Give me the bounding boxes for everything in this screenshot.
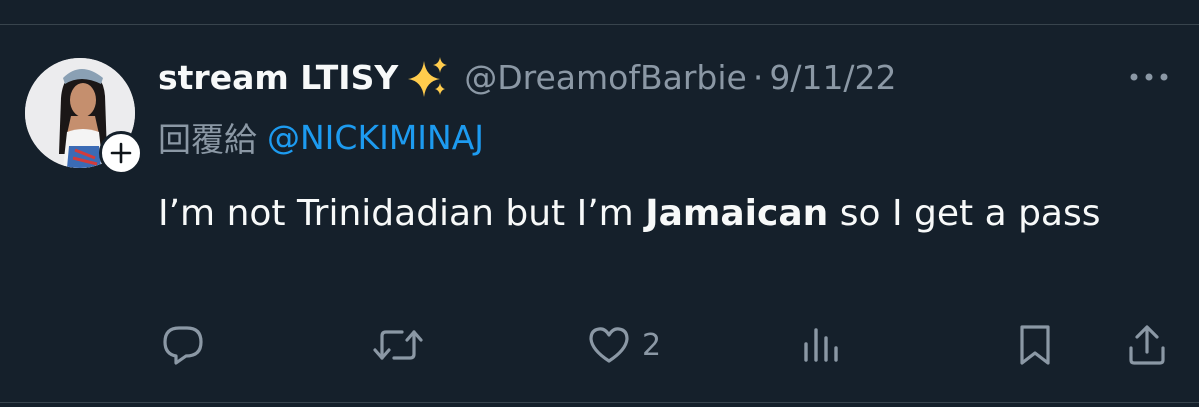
sparkles-icon xyxy=(406,55,450,99)
top-divider xyxy=(0,24,1199,25)
retweet-button[interactable] xyxy=(372,320,424,370)
retweet-icon xyxy=(373,330,423,360)
tweet-text-part2: so I get a pass xyxy=(828,193,1101,234)
reply-prefix: 回覆給 xyxy=(158,120,257,159)
more-icon xyxy=(1130,73,1168,81)
more-options-button[interactable] xyxy=(1126,62,1172,92)
tweet-text-bold: Jamaican xyxy=(645,193,829,234)
reply-to-handle[interactable]: @NICKIMINAJ xyxy=(267,118,484,157)
bookmark-button[interactable] xyxy=(1014,320,1056,370)
bookmark-icon xyxy=(1020,325,1050,365)
like-count: 2 xyxy=(642,327,662,363)
like-icon xyxy=(589,327,629,363)
tweet-text-part1: I’m not Trinidadian but I’m xyxy=(158,193,646,234)
user-handle[interactable]: @DreamofBarbie xyxy=(464,58,747,97)
bottom-divider xyxy=(0,402,1199,403)
tweet-header: stream LTISY @DreamofBarbie · 9/11/22 xyxy=(158,52,897,102)
separator-dot: · xyxy=(752,57,764,97)
tweet-date[interactable]: 9/11/22 xyxy=(769,58,896,97)
display-name[interactable]: stream LTISY xyxy=(158,58,398,97)
share-button[interactable] xyxy=(1124,320,1170,370)
views-button[interactable] xyxy=(800,320,844,370)
share-icon xyxy=(1129,325,1165,365)
like-button[interactable]: 2 xyxy=(586,320,661,370)
reply-icon xyxy=(163,326,203,365)
plus-icon xyxy=(110,142,132,164)
tweet-text: I’m not Trinidadian but I’m Jamaican so … xyxy=(158,186,1138,242)
reply-button[interactable] xyxy=(160,320,206,370)
follow-button[interactable] xyxy=(99,131,143,175)
tweet-page: stream LTISY @DreamofBarbie · 9/11/22 回覆… xyxy=(0,0,1199,407)
replying-to: 回覆給 @NICKIMINAJ xyxy=(158,112,484,162)
views-icon xyxy=(804,328,838,362)
